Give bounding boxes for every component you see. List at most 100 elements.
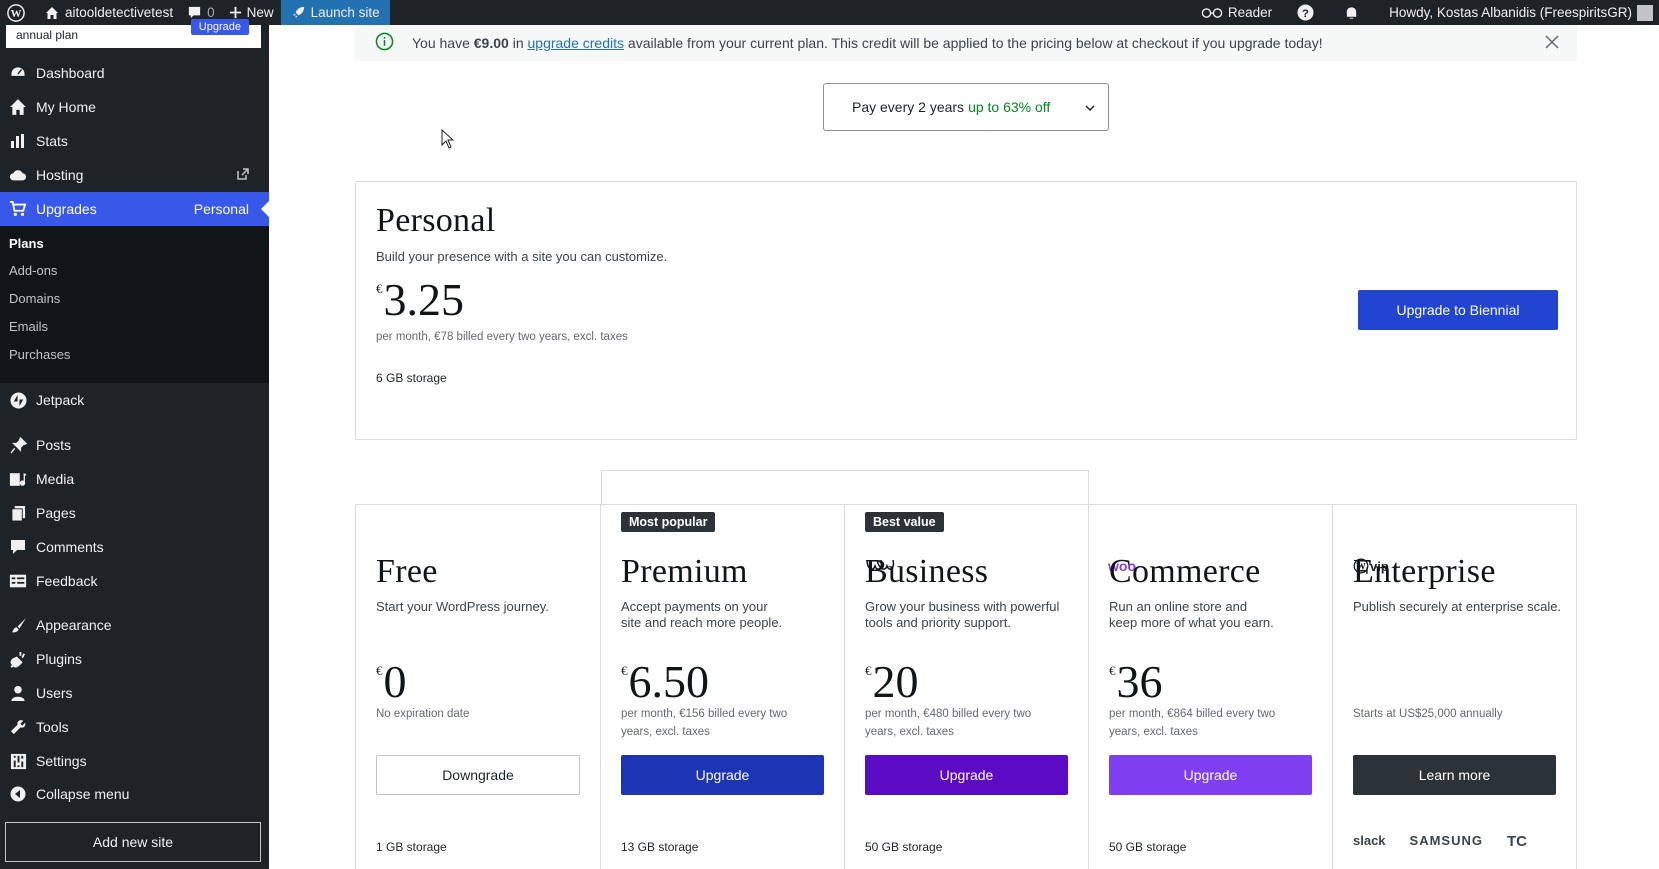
comment-icon <box>188 6 201 19</box>
plan-notice: annual plan Upgrade <box>6 19 261 48</box>
new-label: New <box>246 5 274 20</box>
paintbrush-icon <box>11 617 26 632</box>
sidebar-item-my-home[interactable]: My Home <box>0 90 269 124</box>
upgrade-commerce-button[interactable]: Upgrade <box>1109 755 1312 795</box>
sidebar-item-stats[interactable]: Stats <box>0 124 269 158</box>
plug-icon <box>9 651 25 668</box>
media-icon <box>9 472 27 486</box>
credit-amount: €9.00 <box>473 35 509 51</box>
sidebar-item-feedback[interactable]: Feedback <box>0 564 269 598</box>
sidebar-item-hosting[interactable]: Hosting <box>0 158 269 192</box>
sidebar-label-appearance: Appearance <box>36 617 112 633</box>
comments-count: 0 <box>207 5 215 20</box>
sidebar-label-jetpack: Jetpack <box>36 392 85 408</box>
plan-billing: Starts at US$25,000 annually <box>1353 708 1503 720</box>
sidebar-item-plugins[interactable]: Plugins <box>0 642 269 676</box>
column-divider <box>844 505 845 869</box>
plan-price: € 6.50 <box>621 659 709 705</box>
enterprise-client-logos: slack SAMSUNG TC <box>1353 833 1527 850</box>
sidebar-label-tools: Tools <box>36 719 69 735</box>
sidebar-item-jetpack[interactable]: Jetpack <box>0 383 269 417</box>
reader-label: Reader <box>1227 5 1273 20</box>
launch-site-button[interactable]: Launch site <box>280 0 390 25</box>
samsung-logo: SAMSUNG <box>1409 833 1483 848</box>
sidebar-item-comments[interactable]: Comments <box>0 530 269 564</box>
techcrunch-logo: TC <box>1507 833 1527 850</box>
learn-more-button[interactable]: Learn more <box>1353 755 1556 795</box>
submenu-emails[interactable]: Emails <box>9 319 48 334</box>
reader-link[interactable]: Reader <box>1194 0 1290 25</box>
comment-icon <box>11 540 25 554</box>
svg-text:W: W <box>11 8 22 20</box>
best-value-badge: Best value <box>865 512 944 532</box>
notifications-bell-icon[interactable] <box>1337 0 1382 25</box>
plan-billing-line2: years, excl. taxes <box>1109 726 1198 738</box>
price-amount: 20 <box>872 656 919 707</box>
plan-price: € 36 <box>1109 659 1163 705</box>
sidebar-label-users: Users <box>36 685 73 701</box>
plan-tagline-line2: keep more of what you earn. <box>1109 615 1274 630</box>
featured-plans-header <box>601 470 1089 506</box>
sidebar-item-settings[interactable]: Settings <box>0 744 269 778</box>
avatar <box>1637 4 1653 21</box>
site-name-link[interactable]: aitooldetectivetest <box>37 0 180 25</box>
current-plan-billing: per month, €78 billed every two years, e… <box>376 331 628 343</box>
sidebar-item-collapse-menu[interactable]: Collapse menu <box>0 777 269 811</box>
sidebar-item-dashboard[interactable]: Dashboard <box>0 56 269 90</box>
sidebar-item-posts[interactable]: Posts <box>0 428 269 462</box>
user-icon <box>11 685 25 701</box>
chevron-down-icon <box>1085 105 1095 112</box>
active-indicator-arrow <box>261 201 269 217</box>
sidebar-item-pages[interactable]: Pages <box>0 496 269 530</box>
plan-tagline-line1: Run an online store and <box>1109 599 1248 614</box>
sidebar-item-tools[interactable]: Tools <box>0 710 269 744</box>
current-plan-title: Personal <box>376 202 496 239</box>
currency-symbol: € <box>621 663 628 678</box>
site-name: aitooldetectivetest <box>65 5 174 20</box>
notice-upgrade-button[interactable]: Upgrade <box>190 19 249 35</box>
sidebar-label-settings: Settings <box>36 753 87 769</box>
wrench-icon <box>10 719 25 734</box>
plan-title: Enterprise <box>1353 553 1496 590</box>
plan-billing-line2: years, excl. taxes <box>865 726 954 738</box>
help-icon[interactable]: ? <box>1290 0 1337 25</box>
upgrade-to-biennial-button[interactable]: Upgrade to Biennial <box>1358 290 1558 330</box>
sidebar-item-media[interactable]: Media <box>0 462 269 496</box>
info-icon <box>375 32 394 51</box>
term-label: Pay every 2 years <box>852 99 965 115</box>
price-amount: 36 <box>1116 656 1163 707</box>
plan-tagline-line1: Grow your business with powerful <box>865 599 1060 614</box>
billing-term-dropdown[interactable]: Pay every 2 years up to 63% off <box>823 83 1109 131</box>
plan-tagline-line1: Accept payments on your <box>621 599 768 614</box>
close-icon[interactable] <box>1545 35 1559 52</box>
account-menu[interactable]: Howdy, Kostas Albanidis (FreespiritsGR) <box>1382 0 1659 25</box>
wordpress-logo-icon[interactable]: W <box>0 0 37 25</box>
upgrade-premium-button[interactable]: Upgrade <box>621 755 824 795</box>
plan-storage: 13 GB storage <box>621 840 699 854</box>
submenu-purchases[interactable]: Purchases <box>9 347 70 362</box>
plan-tagline-line2: site and reach more people. <box>621 615 783 630</box>
sidebar-item-users[interactable]: Users <box>0 676 269 710</box>
upgrade-business-button[interactable]: Upgrade <box>865 755 1068 795</box>
add-new-site-button[interactable]: Add new site <box>5 822 261 862</box>
submenu-add-ons[interactable]: Add-ons <box>9 263 57 278</box>
plan-tagline: Start your WordPress journey. <box>376 599 549 614</box>
sidebar-item-appearance[interactable]: Appearance <box>0 608 269 642</box>
howdy-user: Howdy, Kostas Albanidis (FreespiritsGR) <box>1389 5 1632 20</box>
upgrades-submenu: Plans Add-ons Domains Emails Purchases <box>0 226 269 383</box>
price-amount: 0 <box>383 656 407 707</box>
sidebar-label-pages: Pages <box>36 505 76 521</box>
submenu-plans[interactable]: Plans <box>9 236 44 251</box>
submenu-domains[interactable]: Domains <box>9 291 60 306</box>
term-discount: up to 63% off <box>968 99 1051 115</box>
upgrade-credits-link[interactable]: upgrade credits <box>528 35 625 51</box>
dashboard-gauge-icon <box>10 66 26 78</box>
feedback-form-icon <box>9 574 27 588</box>
plan-billing: No expiration date <box>376 708 470 720</box>
sidebar-item-upgrades[interactable]: Upgrades Personal <box>0 192 269 226</box>
plan-title: Business <box>865 553 989 590</box>
reader-glasses-icon <box>1201 7 1223 18</box>
sidebar-label-hosting: Hosting <box>36 167 84 183</box>
plan-notice-text: annual plan <box>16 28 79 42</box>
downgrade-button[interactable]: Downgrade <box>376 755 580 795</box>
